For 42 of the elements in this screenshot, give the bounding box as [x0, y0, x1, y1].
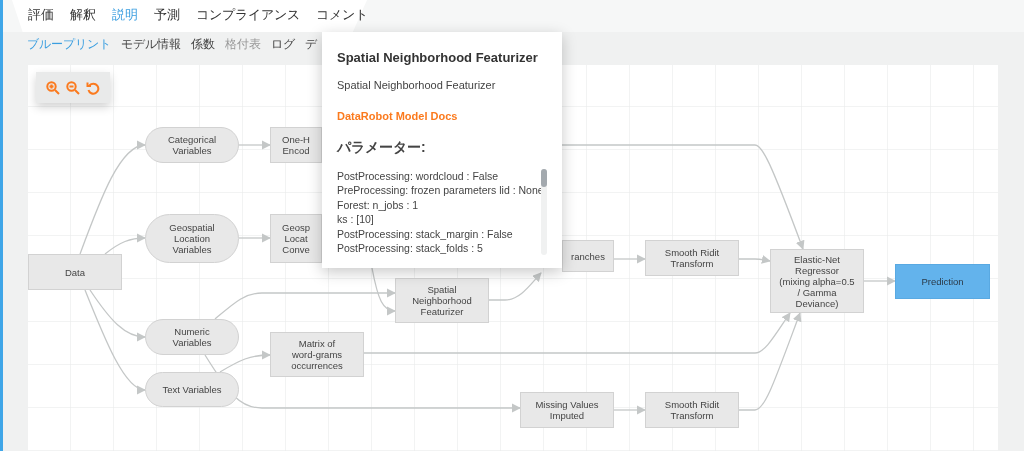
zoom-in-icon[interactable]	[46, 80, 60, 95]
zoom-out-icon[interactable]	[66, 80, 80, 95]
connector-arrow	[238, 233, 271, 243]
connector-arrow	[863, 276, 896, 286]
parameter-line: Forest: n_jobs : 1	[337, 197, 420, 212]
process-node[interactable]: Elastic-Net Regressor (mixing alpha=0.5 / Gamma Deviance)	[770, 249, 864, 313]
parameters-heading: パラメーター:	[337, 137, 427, 157]
variable-node[interactable]: Text Variables	[145, 372, 239, 407]
tab[interactable]: 解釈	[62, 6, 104, 24]
connector-arrow	[613, 405, 646, 415]
parameter-line: ks : [10]	[337, 212, 375, 227]
scrollbar[interactable]	[541, 168, 547, 255]
process-node[interactable]: Spatial Neighborhood Featurizer	[395, 278, 489, 323]
tooltip-description: Spatial Neighborhood Featurizer	[337, 77, 497, 93]
parameter-line: PostProcessing: stack_folds : 5	[337, 241, 484, 256]
subtab[interactable]: デ	[300, 36, 322, 52]
subtab[interactable]: ログ	[266, 36, 300, 52]
process-node[interactable]: One-H Encod	[270, 127, 322, 163]
process-node[interactable]: Smooth Ridit Transform	[645, 392, 739, 428]
reset-icon[interactable]	[86, 80, 100, 95]
process-node[interactable]: Missing Values Imputed	[520, 392, 614, 428]
connector-arrow	[613, 254, 646, 264]
tab[interactable]: コメント	[308, 6, 376, 24]
data-node[interactable]: Data	[28, 254, 122, 290]
variable-node[interactable]: Categorical Variables	[145, 127, 239, 163]
tab[interactable]: 評価	[20, 6, 62, 24]
tooltip-title: Spatial Neighborhood Featurizer	[337, 49, 539, 67]
parameter-line: PostProcessing: wordcloud : False	[337, 168, 500, 183]
variable-node[interactable]: Numeric Variables	[145, 319, 239, 355]
process-node[interactable]: ranches	[562, 240, 614, 272]
tab[interactable]: 予測	[146, 6, 188, 24]
parameter-line: PostProcessing: stack_margin : False	[337, 226, 514, 241]
connector-arrow	[238, 140, 271, 150]
process-node[interactable]: Matrix of word-grams occurrences	[270, 332, 364, 377]
prediction-node[interactable]: Prediction	[895, 264, 990, 299]
subtab[interactable]: モデル情報	[116, 36, 186, 52]
process-node[interactable]: Smooth Ridit Transform	[645, 240, 739, 276]
connector-arrow	[738, 254, 771, 264]
process-node[interactable]: Geosp Locat Conve	[270, 214, 322, 263]
tab[interactable]: コンプライアンス	[188, 6, 308, 24]
subtab[interactable]: 係数	[186, 36, 220, 52]
connector-arrow	[488, 272, 542, 301]
